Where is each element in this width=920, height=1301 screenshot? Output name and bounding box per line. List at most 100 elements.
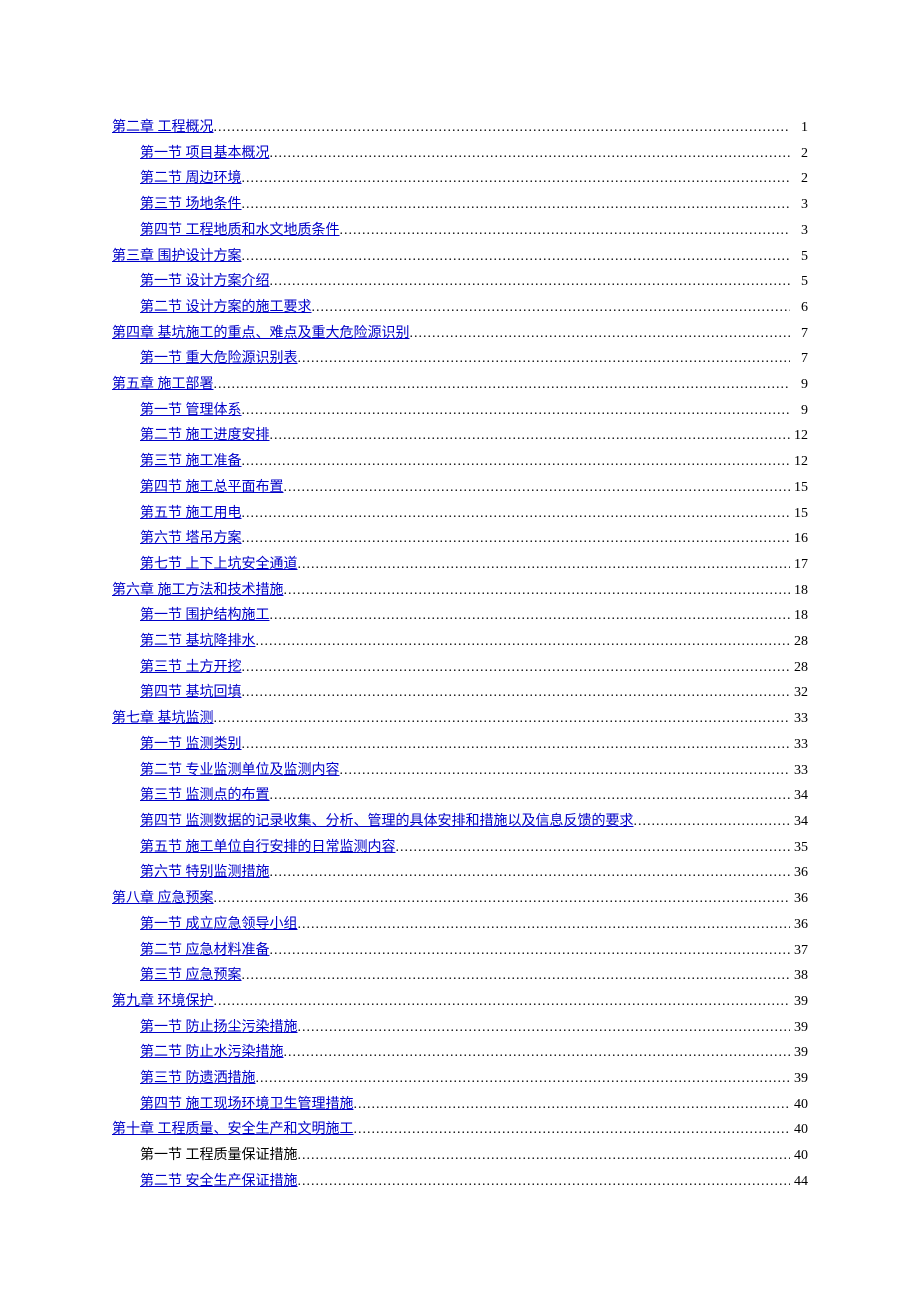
toc-entry-link[interactable]: 第三章 围护设计方案 — [112, 244, 242, 270]
toc-leader-dots — [340, 218, 791, 244]
toc-entry-link[interactable]: 第二节 周边环境 — [140, 166, 242, 192]
toc-page-number: 3 — [790, 218, 808, 244]
toc-entry: 第二节 防止水污染措施39 — [112, 1040, 808, 1066]
toc-page-number: 5 — [790, 244, 808, 270]
toc-entry: 第七章 基坑监测33 — [112, 706, 808, 732]
toc-page-number: 3 — [790, 192, 808, 218]
toc-leader-dots — [242, 449, 791, 475]
toc-entry-link[interactable]: 第五章 施工部署 — [112, 372, 214, 398]
toc-entry: 第二章 工程概况1 — [112, 115, 808, 141]
toc-leader-dots — [270, 141, 791, 167]
toc-entry-link[interactable]: 第三节 应急预案 — [140, 963, 242, 989]
toc-entry: 第二节 周边环境 2 — [112, 166, 808, 192]
toc-leader-dots — [270, 938, 791, 964]
table-of-contents: 第二章 工程概况1第一节 项目基本概况2第二节 周边环境2第三节 场地条件3第四… — [112, 115, 808, 1195]
toc-entry-link[interactable]: 第四节 基坑回填 — [140, 680, 242, 706]
toc-page-number: 34 — [790, 809, 808, 835]
toc-page-number: 34 — [790, 783, 808, 809]
toc-entry-link[interactable]: 第六节 特别监测措施 — [140, 860, 270, 886]
toc-page-number: 33 — [790, 732, 808, 758]
toc-entry: 第六节 特别监测措施 36 — [112, 860, 808, 886]
toc-leader-dots — [256, 1066, 791, 1092]
toc-entry: 第二节 专业监测单位及监测内容 33 — [112, 758, 808, 784]
toc-entry-link[interactable]: 第三节 施工准备 — [140, 449, 242, 475]
toc-page-number: 39 — [790, 1015, 808, 1041]
toc-entry-link[interactable]: 第三节 土方开挖 — [140, 655, 242, 681]
toc-entry-link[interactable]: 第三节 场地条件 — [140, 192, 242, 218]
toc-leader-dots — [298, 346, 791, 372]
toc-leader-dots — [242, 501, 791, 527]
toc-entry-link[interactable]: 第九章 环境保护 — [112, 989, 214, 1015]
toc-entry-link[interactable]: 第四节 监测数据的记录收集、分析、管理的具体安排和措施以及信息反馈的要求 — [140, 809, 634, 835]
toc-entry: 第一节 监测类别 33 — [112, 732, 808, 758]
toc-leader-dots — [396, 835, 791, 861]
toc-entry-link[interactable]: 第一节 成立应急领导小组 — [140, 912, 298, 938]
toc-entry: 第三节 监测点的布置 34 — [112, 783, 808, 809]
toc-page-number: 2 — [790, 166, 808, 192]
toc-leader-dots — [284, 578, 791, 604]
toc-entry-link[interactable]: 第七章 基坑监测 — [112, 706, 214, 732]
toc-page-number: 33 — [790, 758, 808, 784]
toc-entry: 第一节 围护结构施工 18 — [112, 603, 808, 629]
toc-entry-link[interactable]: 第一节 监测类别 — [140, 732, 242, 758]
toc-entry-link[interactable]: 第三节 防遗洒措施 — [140, 1066, 256, 1092]
toc-leader-dots — [340, 758, 791, 784]
toc-entry: 第一节 成立应急领导小组36 — [112, 912, 808, 938]
toc-entry-link[interactable]: 第一节 管理体系 — [140, 398, 242, 424]
toc-entry-link[interactable]: 第二节 安全生产保证措施 — [140, 1169, 298, 1195]
toc-leader-dots — [242, 526, 791, 552]
toc-entry-link[interactable]: 第四节 施工总平面布置 — [140, 475, 284, 501]
toc-entry-link[interactable]: 第四章 基坑施工的重点、难点及重大危险源识别 — [112, 321, 410, 347]
toc-page-number: 15 — [790, 501, 808, 527]
toc-entry-link[interactable]: 第一节 设计方案介绍 — [140, 269, 270, 295]
toc-leader-dots — [298, 1169, 791, 1195]
toc-page-number: 28 — [790, 629, 808, 655]
toc-leader-dots — [298, 912, 791, 938]
toc-entry: 第三节 防遗洒措施39 — [112, 1066, 808, 1092]
toc-entry-link[interactable]: 第一节 围护结构施工 — [140, 603, 270, 629]
toc-entry-link[interactable]: 第十章 工程质量、安全生产和文明施工 — [112, 1117, 354, 1143]
toc-entry-link[interactable]: 第四节 工程地质和水文地质条件 — [140, 218, 340, 244]
toc-page-number: 2 — [790, 141, 808, 167]
toc-leader-dots — [214, 989, 791, 1015]
toc-entry-link[interactable]: 第一节 重大危险源识别表 — [140, 346, 298, 372]
toc-entry: 第一节 防止扬尘污染措施 39 — [112, 1015, 808, 1041]
toc-leader-dots — [242, 192, 791, 218]
toc-entry: 第四节 基坑回填32 — [112, 680, 808, 706]
toc-entry-link[interactable]: 第八章 应急预案 — [112, 886, 214, 912]
toc-page-number: 36 — [790, 860, 808, 886]
toc-page-number: 16 — [790, 526, 808, 552]
toc-entry-link[interactable]: 第三节 监测点的布置 — [140, 783, 270, 809]
toc-leader-dots — [270, 423, 791, 449]
toc-entry-link[interactable]: 第六章 施工方法和技术措施 — [112, 578, 284, 604]
toc-leader-dots — [354, 1117, 791, 1143]
toc-page-number: 39 — [790, 989, 808, 1015]
toc-entry: 第五章 施工部署9 — [112, 372, 808, 398]
toc-entry-link[interactable]: 第二节 防止水污染措施 — [140, 1040, 284, 1066]
toc-entry-link[interactable]: 第五节 施工单位自行安排的日常监测内容 — [140, 835, 396, 861]
toc-page-number: 44 — [790, 1169, 808, 1195]
toc-entry-link[interactable]: 第六节 塔吊方案 — [140, 526, 242, 552]
toc-entry-link[interactable]: 第一节 项目基本概况 — [140, 141, 270, 167]
toc-leader-dots — [270, 860, 791, 886]
toc-entry-link: 第一节 工程质量保证措施 — [140, 1143, 298, 1169]
toc-entry-link[interactable]: 第五节 施工用电 — [140, 501, 242, 527]
toc-leader-dots — [256, 629, 791, 655]
toc-leader-dots — [354, 1092, 791, 1118]
toc-entry-link[interactable]: 第二节 基坑降排水 — [140, 629, 256, 655]
toc-entry-link[interactable]: 第一节 防止扬尘污染措施 — [140, 1015, 298, 1041]
toc-entry: 第七节 上下上坑安全通道17 — [112, 552, 808, 578]
toc-entry: 第一节 管理体系9 — [112, 398, 808, 424]
toc-page-number: 36 — [790, 886, 808, 912]
toc-entry: 第四节 工程地质和水文地质条件 3 — [112, 218, 808, 244]
toc-leader-dots — [242, 963, 791, 989]
toc-entry-link[interactable]: 第二节 设计方案的施工要求 — [140, 295, 312, 321]
toc-page-number: 18 — [790, 603, 808, 629]
toc-entry-link[interactable]: 第七节 上下上坑安全通道 — [140, 552, 298, 578]
toc-entry-link[interactable]: 第二节 专业监测单位及监测内容 — [140, 758, 340, 784]
toc-entry-link[interactable]: 第四节 施工现场环境卫生管理措施 — [140, 1092, 354, 1118]
toc-entry: 第五节 施工单位自行安排的日常监测内容35 — [112, 835, 808, 861]
toc-entry-link[interactable]: 第二节 应急材料准备 — [140, 938, 270, 964]
toc-entry-link[interactable]: 第二节 施工进度安排 — [140, 423, 270, 449]
toc-entry-link[interactable]: 第二章 工程概况 — [112, 115, 214, 141]
